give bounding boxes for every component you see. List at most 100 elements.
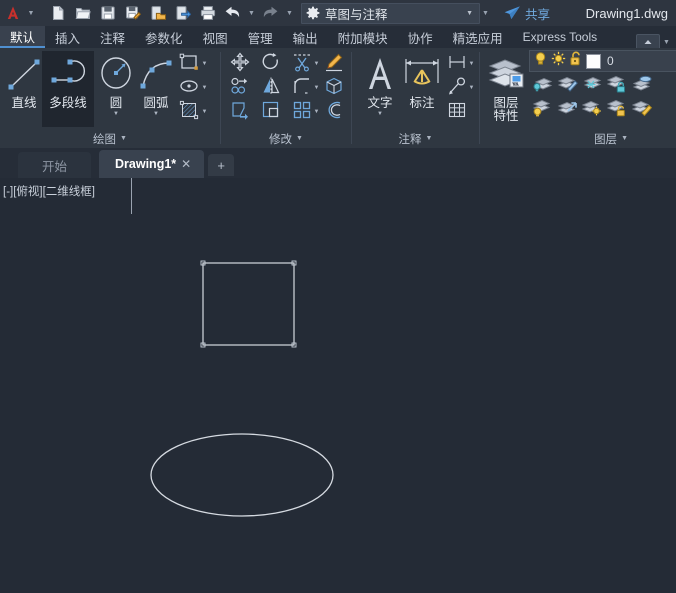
layer-off-button[interactable] [531,98,553,120]
ribbon-tab-addins[interactable]: 附加模块 [328,26,398,48]
panel-layers-expand-caret-icon[interactable]: ▼ [621,135,628,142]
drawing-canvas[interactable]: [-][俯视][二维线框] [0,178,676,593]
ribbon-tab-manage[interactable]: 管理 [238,26,283,48]
redo-icon[interactable] [259,2,282,24]
draw-hatch-caret-icon[interactable]: ▼ [200,101,209,123]
layer-status-bar[interactable]: 0 [529,50,676,72]
panel-modify-expand-caret-icon[interactable]: ▼ [296,135,303,142]
modify-erase-button[interactable] [323,53,345,75]
layer-properties-button[interactable]: 图层 特性 [483,51,529,127]
new-file-icon[interactable] [46,2,69,24]
modify-offset-button[interactable] [323,101,345,123]
modify-rotate-button[interactable] [260,52,282,75]
print-icon[interactable] [196,2,219,24]
annotation-leader-button[interactable] [446,76,468,99]
draw-arc-caret-icon[interactable]: ▼ [153,111,159,117]
file-tab-drawing1-group: Drawing1* ✕ [99,150,205,178]
draw-circle-button[interactable]: 圆 ▼ [94,51,138,127]
draw-hatch-button[interactable] [178,100,200,123]
modify-stretch-button[interactable] [229,101,251,123]
draw-rectangle-button[interactable] [178,53,200,75]
app-menu-caret-icon[interactable]: ▼ [26,0,36,26]
undo-icon[interactable] [221,2,244,24]
modify-fillet-caret-icon[interactable]: ▼ [312,77,321,99]
draw-circle-caret-icon[interactable]: ▼ [113,111,119,117]
layer-color-swatch[interactable] [586,53,601,69]
modify-trim-caret-icon[interactable]: ▼ [312,53,321,75]
entity-rectangle[interactable] [200,260,297,348]
draw-polyline-button[interactable]: 多段线 [42,51,94,127]
ribbon-tab-parametric[interactable]: 参数化 [135,26,193,48]
panel-draw-expand-caret-icon[interactable]: ▼ [120,135,127,142]
save-as-icon[interactable] [121,2,144,24]
scale-icon [261,100,281,125]
layer-unlock-icon [606,97,628,122]
entity-ellipse[interactable] [150,433,334,517]
modify-3d-box-button[interactable] [323,77,345,99]
layer-freeze-button[interactable] [581,74,603,96]
layer-previous-button[interactable] [556,98,578,120]
linear-dimension-icon [447,52,467,77]
layer-turn-all-on-button[interactable] [581,98,603,120]
layer-isolate-icon [532,73,553,98]
close-icon[interactable]: ✕ [176,150,196,178]
modify-move-button[interactable] [229,52,251,75]
open-folder-icon[interactable] [71,2,94,24]
sun-freeze-icon[interactable] [551,51,566,71]
unlock-icon[interactable] [569,51,583,71]
lightbulb-on-icon[interactable] [533,51,548,71]
draw-ellipse-button[interactable] [178,77,200,99]
layer-isolate-button[interactable] [531,74,553,96]
panel-modify: ▼ ▼ ▼ 修改 ▼ [221,48,351,148]
layer-match-button[interactable] [556,74,578,96]
modify-trim-button[interactable] [291,53,313,75]
layer-change-to-current-button[interactable] [631,98,653,120]
save-icon[interactable] [96,2,119,24]
ribbon-tab-view[interactable]: 视图 [193,26,238,48]
arc-icon [136,51,176,97]
annotation-text-button[interactable]: 文字 ▼ [358,51,402,127]
app-menu-button[interactable] [0,0,26,26]
ribbon-tab-insert[interactable]: 插入 [45,26,90,48]
export-icon[interactable] [171,2,194,24]
annotation-table-button[interactable] [446,101,468,123]
annotation-text-caret-icon[interactable]: ▼ [377,111,383,117]
annotation-linear-dim-button[interactable] [446,53,468,75]
modify-copy-button[interactable] [229,77,251,99]
ribbon-tab-annotate[interactable]: 注释 [90,26,135,48]
panel-modify-title-label: 修改 [269,133,293,146]
layer-unlock-button[interactable] [606,98,628,120]
annotation-leader-caret-icon[interactable]: ▼ [467,77,476,99]
workspace-extra-caret-icon[interactable]: ▼ [480,0,491,26]
new-tab-button[interactable]: + [208,154,235,176]
file-tab-start[interactable]: 开始 [18,152,92,178]
panel-annotation-expand-caret-icon[interactable]: ▼ [426,135,433,142]
draw-rectangle-caret-icon[interactable]: ▼ [200,53,209,75]
draw-arc-button[interactable]: 圆弧 ▼ [134,51,178,127]
ribbon-tab-featured-apps[interactable]: 精选应用 [443,26,513,48]
ribbon-tab-output[interactable]: 输出 [283,26,328,48]
redo-caret-icon[interactable]: ▼ [284,0,295,26]
modify-mirror-button[interactable] [260,77,282,99]
ribbon-tab-collaborate[interactable]: 协作 [398,26,443,48]
modify-array-button[interactable] [291,101,313,123]
annotation-linear-dim-caret-icon[interactable]: ▼ [467,53,476,75]
modify-scale-button[interactable] [260,101,282,123]
import-icon[interactable] [146,2,169,24]
share-plane-icon [504,6,520,20]
undo-caret-icon[interactable]: ▼ [246,0,257,26]
share-button[interactable]: 共享 [503,4,550,23]
draw-ellipse-caret-icon[interactable]: ▼ [200,77,209,99]
file-tab-drawing1[interactable]: Drawing1* ✕ [99,150,205,178]
ribbon-tab-default[interactable]: 默认 [0,26,46,48]
workspace-selector[interactable]: 草图与注释 ▼ [301,2,480,24]
file-tab-bar: 开始 Drawing1* ✕ + [0,148,676,178]
annotation-dimension-button[interactable]: 标注 [400,51,444,127]
modify-fillet-button[interactable] [291,77,313,99]
draw-line-button[interactable]: 直线 [2,51,46,127]
workspace-caret-icon[interactable]: ▼ [462,10,477,17]
ribbon-tab-express-tools[interactable]: Express Tools [513,26,607,48]
layer-merge-button[interactable] [631,74,653,96]
modify-array-caret-icon[interactable]: ▼ [312,101,321,123]
layer-lock-button[interactable] [606,74,628,96]
